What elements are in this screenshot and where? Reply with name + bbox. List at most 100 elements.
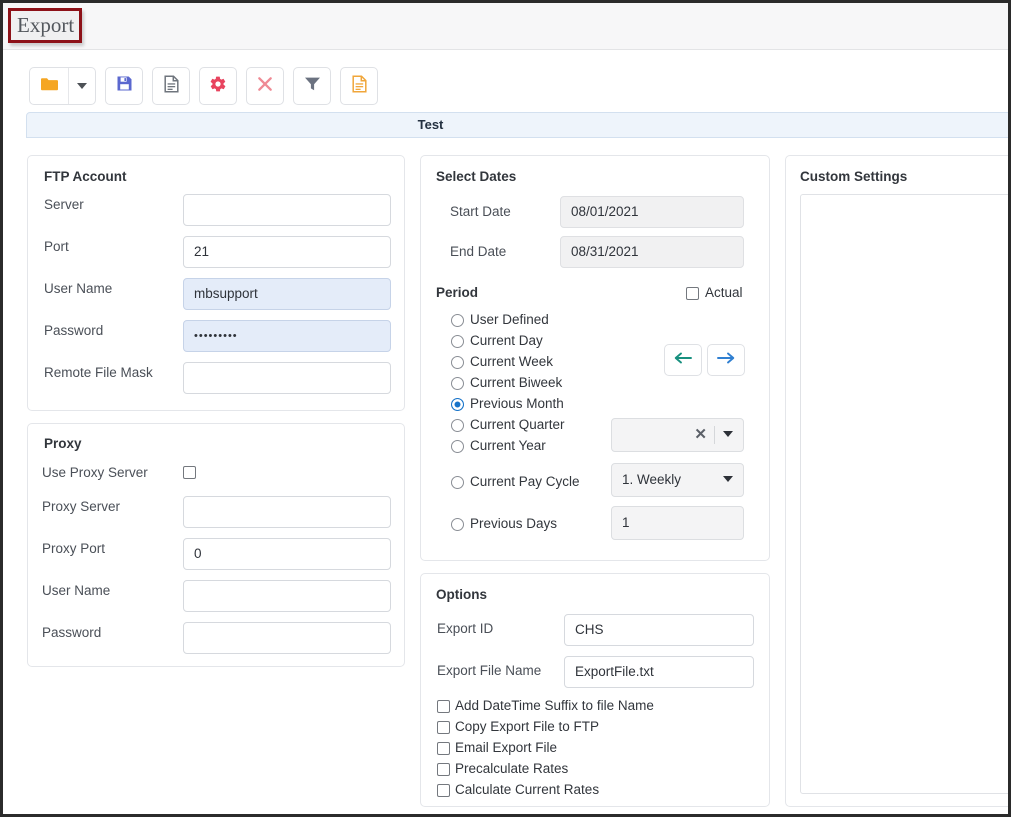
actual-checkbox[interactable]: [686, 287, 699, 300]
ftp-port-input[interactable]: 21: [183, 236, 391, 268]
export-file-name-input[interactable]: ExportFile.txt: [564, 656, 754, 688]
add-datetime-suffix-checkbox[interactable]: [437, 700, 450, 713]
period-value-divider: [714, 426, 715, 444]
chevron-down-icon: [723, 476, 733, 482]
ftp-server-label: Server: [44, 197, 84, 212]
proxy-server-input[interactable]: [183, 496, 391, 528]
custom-settings-content[interactable]: [800, 194, 1008, 794]
proxy-password-input[interactable]: [183, 622, 391, 654]
document-yellow-icon: [351, 74, 367, 98]
save-button[interactable]: [105, 67, 143, 105]
page-title: Export: [17, 13, 75, 37]
period-value-clear-icon[interactable]: ✕: [694, 419, 707, 451]
email-export-file-checkbox[interactable]: [437, 742, 450, 755]
use-proxy-server-label: Use Proxy Server: [42, 465, 148, 480]
radio-current-week[interactable]: [451, 356, 464, 369]
radio-previous-month[interactable]: [451, 398, 464, 411]
arrow-left-icon: [674, 351, 692, 369]
ftp-server-input[interactable]: [183, 194, 391, 226]
report-button[interactable]: [340, 67, 378, 105]
arrow-right-icon: [717, 351, 735, 369]
export-window: Export Test FTP Account Server Port 21 U…: [0, 0, 1011, 817]
chevron-down-icon: [723, 431, 733, 437]
start-date-label: Start Date: [450, 204, 511, 219]
ftp-password-label: Password: [44, 323, 104, 338]
actual-label: Actual: [705, 285, 743, 300]
chevron-down-icon: [77, 83, 87, 89]
email-export-file-label: Email Export File: [455, 740, 558, 755]
calculate-current-rates-checkbox[interactable]: [437, 784, 450, 797]
select-dates-panel: Select Dates Start Date 08/01/2021 End D…: [420, 155, 770, 561]
end-date-label: End Date: [450, 244, 507, 259]
copy-export-file-to-ftp-checkbox[interactable]: [437, 721, 450, 734]
pay-cycle-select-text: 1. Weekly: [622, 472, 682, 487]
ftp-port-label: Port: [44, 239, 69, 254]
options-panel: Options Export ID CHS Export File Name E…: [420, 573, 770, 807]
use-proxy-server-checkbox[interactable]: [183, 466, 196, 479]
select-dates-title: Select Dates: [436, 169, 517, 184]
radio-current-quarter-label: Current Quarter: [470, 417, 565, 432]
period-next-button[interactable]: [707, 344, 745, 376]
ftp-password-input[interactable]: •••••••••: [183, 320, 391, 352]
proxy-username-input[interactable]: [183, 580, 391, 612]
period-label: Period: [436, 285, 479, 300]
radio-previous-days-label: Previous Days: [470, 516, 558, 531]
end-date-input[interactable]: 08/31/2021: [560, 236, 744, 268]
ftp-remote-file-mask-input[interactable]: [183, 362, 391, 394]
filter-button[interactable]: [293, 67, 331, 105]
pay-cycle-select[interactable]: 1. Weekly: [611, 463, 744, 497]
precalculate-rates-checkbox[interactable]: [437, 763, 450, 776]
document-icon: [163, 74, 179, 98]
folder-icon: [40, 76, 59, 97]
delete-button[interactable]: [246, 67, 284, 105]
open-folder-dropdown-button[interactable]: [68, 68, 95, 104]
radio-current-day-label: Current Day: [470, 333, 543, 348]
radio-current-biweek-label: Current Biweek: [470, 375, 563, 390]
radio-current-day[interactable]: [451, 335, 464, 348]
period-prev-button[interactable]: [664, 344, 702, 376]
export-file-name-label: Export File Name: [437, 663, 542, 678]
proxy-server-label: Proxy Server: [42, 499, 121, 514]
toolbar: [29, 67, 378, 105]
options-title: Options: [436, 587, 487, 602]
settings-button[interactable]: [199, 67, 237, 105]
ftp-account-panel: FTP Account Server Port 21 User Name mbs…: [27, 155, 405, 411]
open-folder-button[interactable]: [30, 68, 68, 104]
proxy-password-label: Password: [42, 625, 102, 640]
radio-current-year-label: Current Year: [470, 438, 546, 453]
new-document-button[interactable]: [152, 67, 190, 105]
ftp-remote-file-mask-label: Remote File Mask: [44, 365, 153, 380]
radio-user-defined[interactable]: [451, 314, 464, 327]
open-folder-split-button: [29, 67, 96, 105]
proxy-port-label: Proxy Port: [42, 541, 106, 556]
start-date-input[interactable]: 08/01/2021: [560, 196, 744, 228]
close-x-icon: [257, 76, 273, 97]
radio-current-pay-cycle-label: Current Pay Cycle: [470, 474, 580, 489]
radio-current-biweek[interactable]: [451, 377, 464, 390]
proxy-username-label: User Name: [42, 583, 111, 598]
radio-current-year[interactable]: [451, 440, 464, 453]
test-header-band: Test: [26, 112, 1008, 138]
add-datetime-suffix-label: Add DateTime Suffix to file Name: [455, 698, 654, 713]
radio-current-week-label: Current Week: [470, 354, 554, 369]
custom-settings-title: Custom Settings: [800, 169, 908, 184]
ftp-username-label: User Name: [44, 281, 113, 296]
period-value-select[interactable]: ✕: [611, 418, 744, 452]
ftp-account-title: FTP Account: [44, 169, 127, 184]
radio-previous-days[interactable]: [451, 518, 464, 531]
gear-icon: [209, 75, 227, 98]
previous-days-input[interactable]: 1: [611, 506, 744, 540]
export-id-input[interactable]: CHS: [564, 614, 754, 646]
radio-user-defined-label: User Defined: [470, 312, 549, 327]
save-floppy-icon: [116, 75, 133, 97]
radio-current-pay-cycle[interactable]: [451, 476, 464, 489]
custom-settings-panel: Custom Settings: [785, 155, 1008, 807]
precalculate-rates-label: Precalculate Rates: [455, 761, 569, 776]
calculate-current-rates-label: Calculate Current Rates: [455, 782, 600, 797]
proxy-title: Proxy: [44, 436, 82, 451]
page-title-highlight: Export: [8, 8, 82, 43]
ftp-username-input[interactable]: mbsupport: [183, 278, 391, 310]
test-header-label: Test: [417, 117, 444, 132]
proxy-port-input[interactable]: 0: [183, 538, 391, 570]
radio-current-quarter[interactable]: [451, 419, 464, 432]
